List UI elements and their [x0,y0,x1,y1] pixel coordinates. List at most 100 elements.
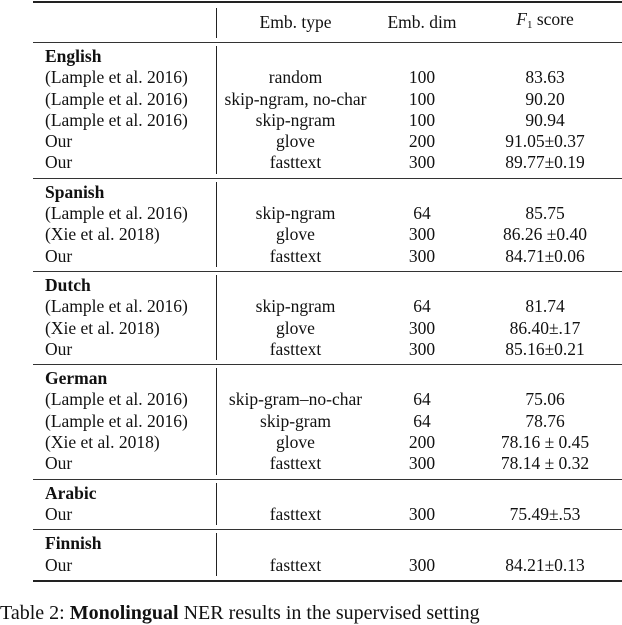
section-dutch: Dutch (Lample et al. 2016) skip-ngram 64 81.… [33,272,622,364]
language-row: Finnish [33,533,622,555]
table-row: Our fasttext 300 75.49±.53 [33,503,622,526]
table-row: (Xie et al. 2018) glove 300 86.40±.17 [33,317,622,339]
method-cell: Our [45,503,73,524]
emb-type-cell: skip-ngram [255,109,336,130]
emb-dim-cell: 300 [408,554,436,575]
language-label: Dutch [45,274,91,295]
emb-type-cell: glove [276,317,315,338]
column-divider [216,274,217,297]
method-cell: (Lample et al. 2016) [45,389,188,410]
emb-dim-cell: 100 [408,109,436,130]
emb-type-cell: glove [276,224,315,245]
emb-dim-cell: 300 [408,224,436,245]
caption-prefix: Table 2: [0,602,70,624]
language-row: German [33,368,622,390]
column-divider [216,181,217,204]
table-row: Our fasttext 300 78.14 ± 0.32 [33,453,622,475]
emb-type-cell: skip-gram–no-char [228,389,363,410]
language-label: Spanish [45,181,105,202]
emb-type-cell: fasttext [269,245,322,266]
column-divider [216,533,217,555]
header-method [33,8,216,38]
f1-score-cell: 85.16±0.21 [505,338,585,359]
f1-score-cell: 78.14 ± 0.32 [500,453,590,474]
emb-dim-cell: 200 [408,432,436,453]
header-emb-type: Emb. type [259,12,332,33]
table-row: Our glove 200 91.05±0.37 [33,131,622,153]
f1-score-cell: 81.74 [525,296,565,317]
emb-type-cell: fasttext [269,503,322,524]
method-cell: (Xie et al. 2018) [45,317,160,338]
method-cell: (Lample et al. 2016) [45,410,188,431]
f1-score-cell: 83.63 [525,67,565,88]
table-caption: Table 2: Monolingual NER results in the … [0,602,622,625]
table-row: (Lample et al. 2016) random 100 83.63 [33,67,622,89]
f1-score-label: score [532,9,574,30]
emb-dim-cell: 64 [413,296,431,317]
f1-score-cell: 85.75 [525,203,565,224]
emb-dim-cell: 300 [408,317,436,338]
emb-dim-cell: 100 [408,88,436,109]
table-row: (Lample et al. 2016) skip-gram 64 78.76 [33,410,622,433]
language-label: German [45,368,108,389]
table-row: (Lample et al. 2016) skip-gram–no-char 64 7… [33,389,622,411]
language-row: English [33,46,622,68]
emb-type-cell: skip-ngram, no-char [224,88,367,109]
method-cell: (Lample et al. 2016) [45,109,188,130]
f1-score-cell: 84.71±0.06 [505,245,585,266]
emb-type-cell: glove [276,432,315,453]
language-label: English [45,46,102,66]
bottom-rule [33,579,622,582]
language-row: Dutch [33,274,622,297]
emb-dim-cell: 300 [408,245,436,266]
language-row: Arabic [33,482,622,504]
method-cell: Our [45,131,73,152]
section-english: English (Lample et al. 2016) random 100 83.6… [33,43,622,178]
table-row: Our fasttext 300 84.71±0.06 [33,245,622,267]
column-divider [216,482,217,504]
language-row: Spanish [33,181,622,204]
table-row: (Lample et al. 2016) skip-ngram, no-char 1… [33,88,622,110]
caption-rest: NER results in the supervised setting [178,602,480,624]
emb-dim-cell: 64 [413,389,431,410]
f1-score-cell: 78.76 [525,410,565,431]
method-cell: (Lample et al. 2016) [45,203,188,224]
table-row: Our fasttext 300 84.21±0.13 [33,554,622,576]
table-header: Emb. type Emb. dim F1 score [33,3,622,42]
column-divider [216,46,217,68]
f1-score-cell: 90.94 [525,109,565,130]
table-row: (Lample et al. 2016) skip-ngram 100 90.94 [33,109,622,132]
table-body: English (Lample et al. 2016) random 100 83.6… [33,42,622,582]
table-row: Our fasttext 300 85.16±0.21 [33,338,622,361]
section-spanish: Spanish (Lample et al. 2016) skip-ngram 64 8… [33,179,622,271]
f1-score-cell: 75.49±.53 [509,503,581,524]
method-cell: (Lample et al. 2016) [45,296,188,317]
language-label: Finnish [45,533,102,554]
method-cell: (Xie et al. 2018) [45,432,160,453]
emb-type-cell: fasttext [269,152,322,173]
emb-type-cell: glove [276,131,315,152]
f1-score-cell: 91.05±0.37 [505,131,585,152]
method-cell: (Lample et al. 2016) [45,88,188,109]
table-row: (Lample et al. 2016) skip-ngram 64 81.74 [33,296,622,318]
emb-type-cell: fasttext [269,453,322,474]
table-row: Our fasttext 300 89.77±0.19 [33,152,622,174]
emb-dim-cell: 200 [408,131,436,152]
table-row: (Xie et al. 2018) glove 300 86.26 ±0.40 [33,224,622,246]
table-row: (Xie et al. 2018) glove 200 78.16 ± 0.45 [33,432,622,454]
emb-type-cell: skip-ngram [255,296,336,317]
section-arabic: Arabic Our fasttext 300 75.49±.53 [33,480,622,530]
f1-score-cell: 86.26 ±0.40 [503,224,587,245]
emb-dim-cell: 300 [408,338,436,359]
column-divider [216,368,217,390]
f1-score-cell: 89.77±0.19 [505,152,585,173]
emb-type-cell: skip-gram [260,410,331,431]
emb-type-cell: skip-ngram [255,203,336,224]
emb-dim-cell: 64 [413,203,431,224]
method-cell: Our [45,152,73,173]
emb-dim-cell: 300 [408,453,436,474]
method-cell: (Lample et al. 2016) [45,67,188,88]
method-cell: Our [45,554,73,575]
f1-score-cell: 84.21±0.13 [505,554,585,575]
emb-dim-cell: 100 [408,67,436,88]
